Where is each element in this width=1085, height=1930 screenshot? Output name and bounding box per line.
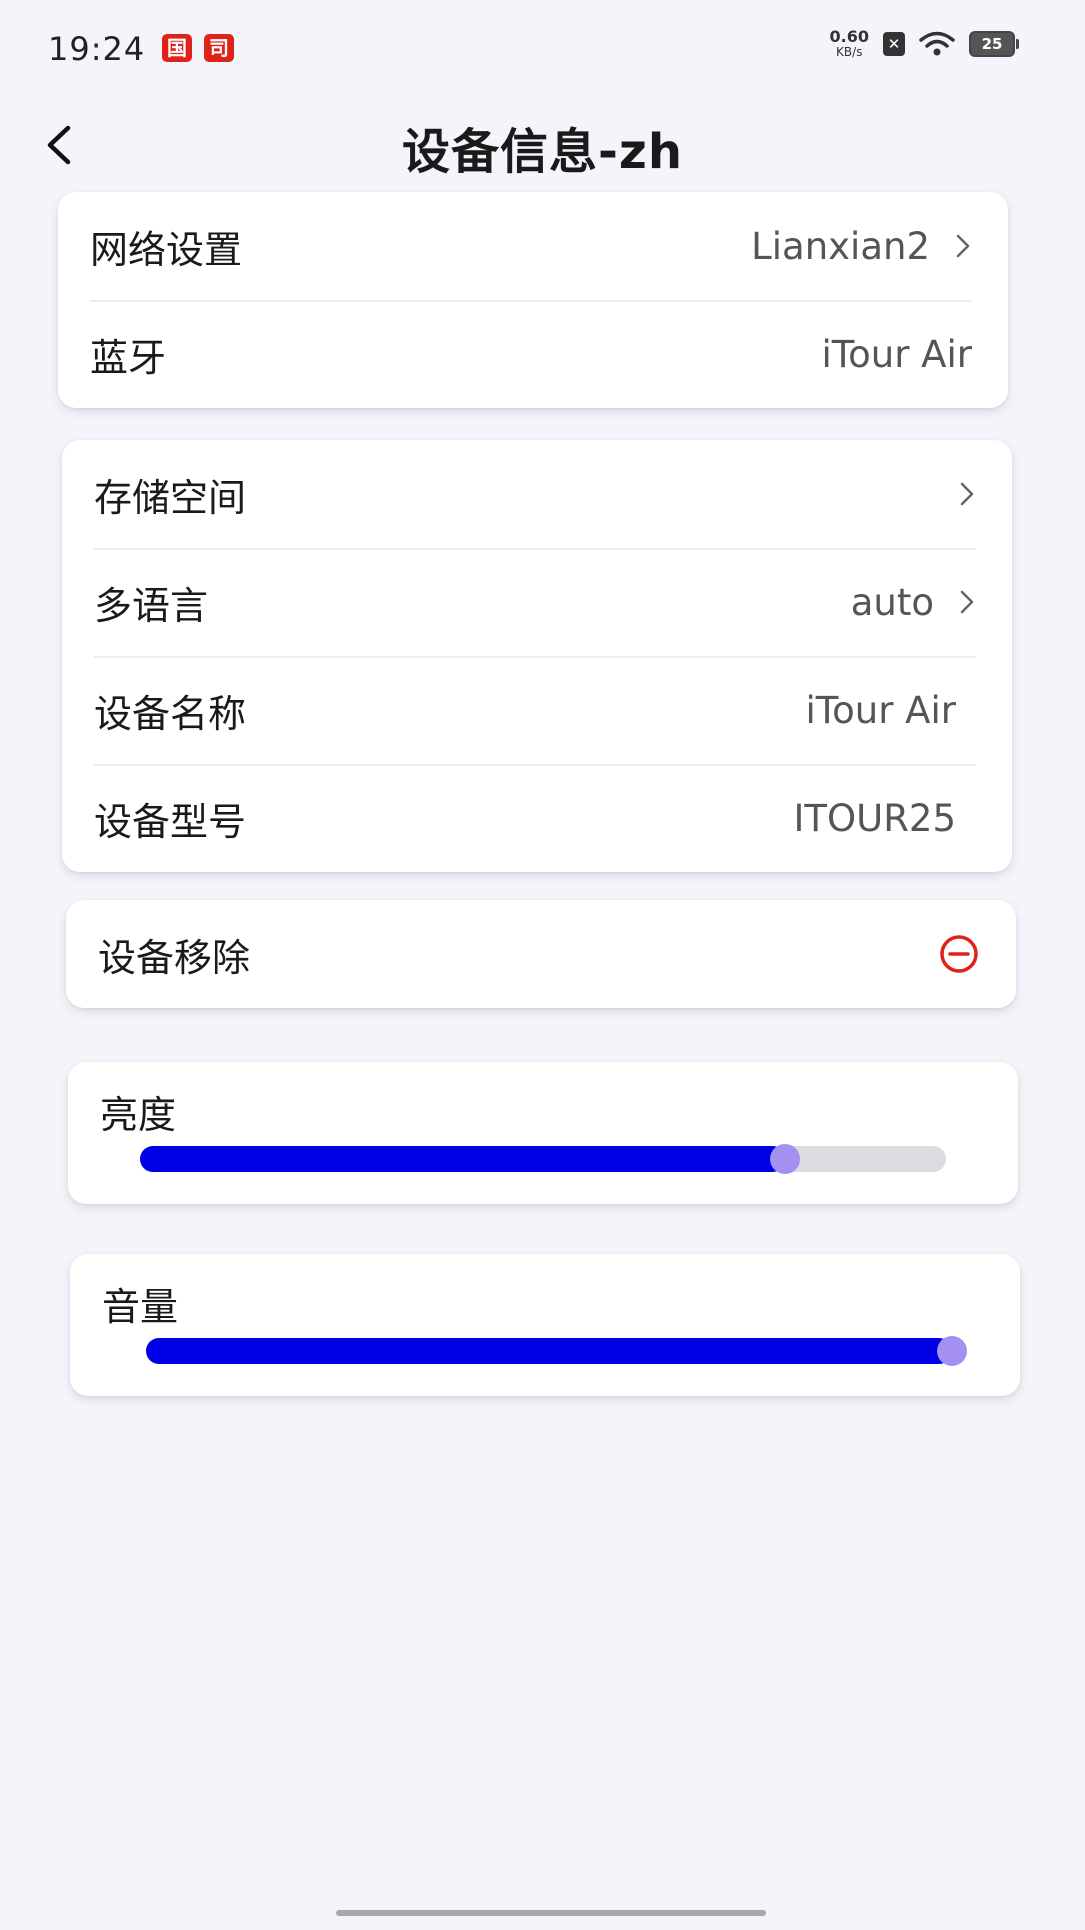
device-model-row: 设备型号 ITOUR25 <box>62 764 1012 872</box>
device-model-value: ITOUR25 <box>793 796 956 840</box>
status-indicators: 0.60 KB/s ✕ 25 <box>829 24 1019 64</box>
brightness-slider-fill <box>140 1146 785 1172</box>
wifi-icon <box>919 31 955 56</box>
volume-card: 音量 <box>70 1254 1020 1396</box>
device-info-card: 存储空间 多语言 auto 设备名称 iTour Air 设备型号 ITOUR2… <box>62 440 1012 872</box>
remove-device-card: 设备移除 <box>66 900 1016 1008</box>
remove-device-row[interactable]: 设备移除 <box>66 900 1016 1008</box>
network-settings-value: Lianxian2 <box>751 224 930 268</box>
remove-circle-icon[interactable] <box>938 933 980 975</box>
volume-label: 音量 <box>102 1285 179 1329</box>
chevron-right-icon <box>960 482 974 506</box>
app-notification-icon: 国 <box>162 34 192 62</box>
brightness-slider-thumb[interactable] <box>769 1144 800 1174</box>
status-bar: 19:24 国 司 0.60 KB/s ✕ 25 <box>0 0 1085 100</box>
network-speed-unit: KB/s <box>836 45 863 59</box>
bluetooth-value: iTour Air <box>821 332 972 376</box>
home-indicator[interactable] <box>336 1910 766 1916</box>
device-name-label: 设备名称 <box>94 691 247 736</box>
language-row[interactable]: 多语言 auto <box>62 548 1012 656</box>
app-notification-icon: 司 <box>204 34 234 62</box>
volume-slider-fill <box>146 1338 952 1364</box>
brightness-card: 亮度 <box>68 1062 1018 1204</box>
brightness-label: 亮度 <box>100 1093 177 1137</box>
network-speed: 0.60 KB/s <box>829 27 869 60</box>
brightness-slider[interactable] <box>140 1144 946 1174</box>
page-title: 设备信息-zh <box>401 124 684 180</box>
language-label: 多语言 <box>94 583 209 628</box>
chevron-right-icon <box>960 590 974 614</box>
bluetooth-row: 蓝牙 iTour Air <box>58 300 1008 408</box>
storage-row[interactable]: 存储空间 <box>62 440 1012 548</box>
device-name-row: 设备名称 iTour Air <box>62 656 1012 764</box>
app-header: 设备信息-zh <box>0 100 1085 190</box>
chevron-right-icon <box>956 234 970 258</box>
network-settings-row[interactable]: 网络设置 Lianxian2 <box>58 192 1008 300</box>
battery-icon: 25 <box>969 31 1019 57</box>
device-model-label: 设备型号 <box>94 799 247 844</box>
network-settings-card: 网络设置 Lianxian2 蓝牙 iTour Air <box>58 192 1008 408</box>
no-sim-icon: ✕ <box>883 32 905 56</box>
language-value: auto <box>850 580 934 624</box>
storage-label: 存储空间 <box>94 475 247 520</box>
status-time: 19:24 <box>48 30 146 68</box>
network-speed-value: 0.60 <box>829 27 869 46</box>
device-name-value: iTour Air <box>805 688 956 732</box>
volume-slider-thumb[interactable] <box>937 1336 967 1366</box>
bluetooth-label: 蓝牙 <box>90 335 167 380</box>
volume-slider[interactable] <box>146 1336 967 1366</box>
remove-device-label: 设备移除 <box>98 935 251 980</box>
network-settings-label: 网络设置 <box>90 227 243 272</box>
